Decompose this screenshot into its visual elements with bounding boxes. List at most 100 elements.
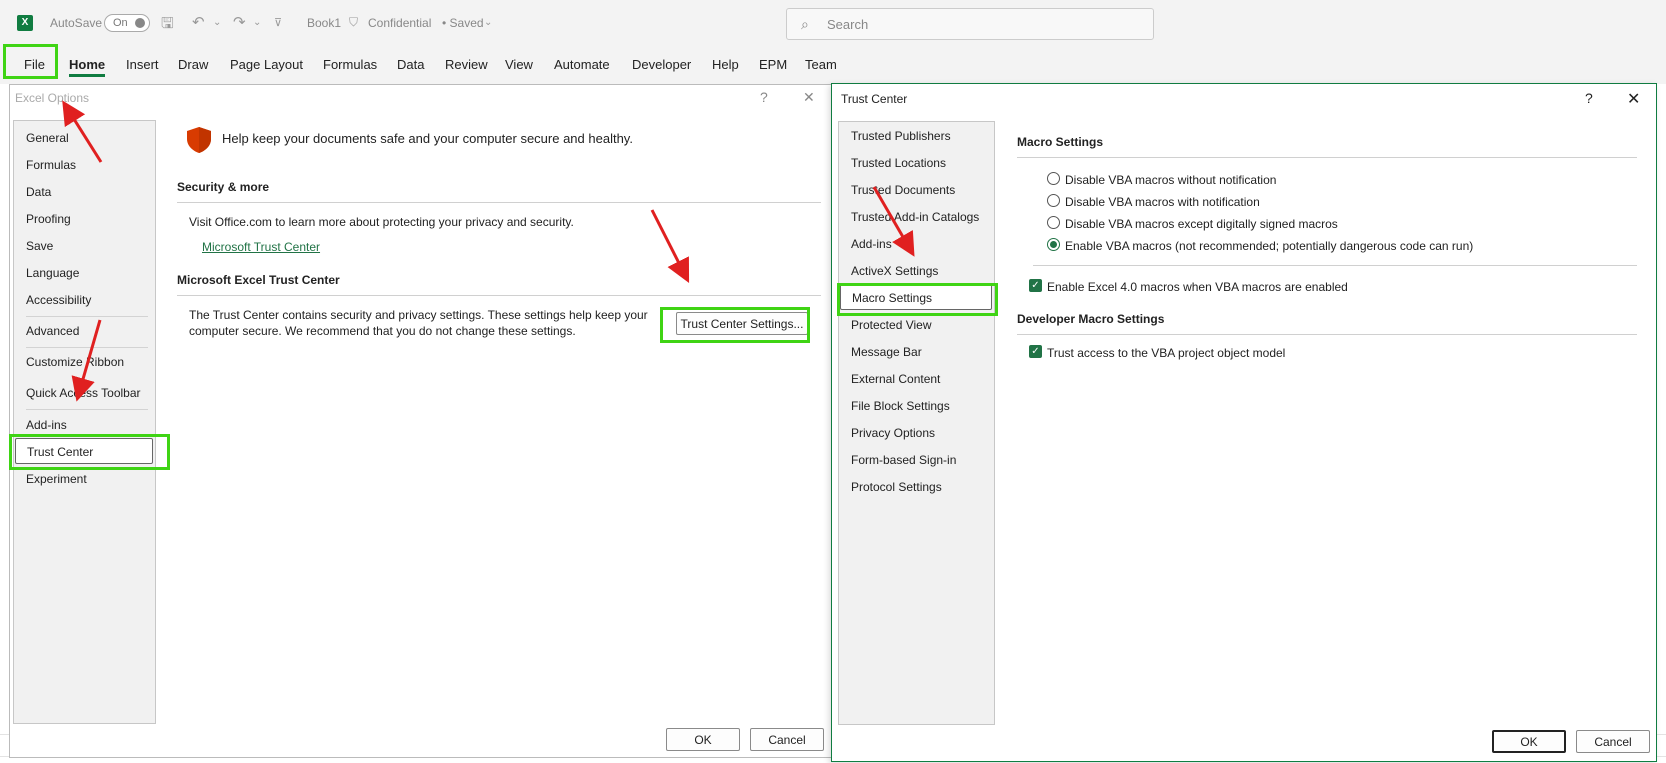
cancel-button[interactable]: Cancel <box>750 728 824 751</box>
help-icon[interactable]: ? <box>760 89 768 105</box>
customize-toolbar-icon[interactable]: ⊽ <box>274 16 282 29</box>
divider <box>1017 334 1637 335</box>
tab-page-layout[interactable]: Page Layout <box>230 57 303 72</box>
search-icon: ⌕ <box>801 16 809 32</box>
macro-option-label[interactable]: Disable VBA macros with notification <box>1065 195 1260 209</box>
close-icon[interactable]: ✕ <box>803 89 815 106</box>
macro-settings-heading: Macro Settings <box>1017 135 1104 149</box>
nav-item-trusted-locations[interactable]: Trusted Locations <box>851 156 946 170</box>
nav-divider <box>26 347 148 348</box>
search-input[interactable] <box>827 15 1127 33</box>
security-heading: Security & more <box>177 180 270 194</box>
vba-access-label[interactable]: Trust access to the VBA project object m… <box>1047 346 1285 360</box>
nav-item-quick-access-toolbar[interactable]: Quick Access Toolbar <box>26 386 141 400</box>
tab-epm[interactable]: EPM <box>759 57 787 72</box>
macro-option-radio[interactable] <box>1047 216 1060 229</box>
banner-text: Help keep your documents safe and your c… <box>222 131 633 146</box>
autosave-state: On <box>113 17 128 29</box>
shield-icon <box>187 127 211 153</box>
tab-help[interactable]: Help <box>712 57 739 72</box>
divider <box>177 202 821 203</box>
macro-option-label[interactable]: Disable VBA macros except digitally sign… <box>1065 217 1338 231</box>
search-box[interactable]: ⌕ <box>786 8 1154 40</box>
tab-automate[interactable]: Automate <box>554 57 610 72</box>
nav-item-accessibility[interactable]: Accessibility <box>26 293 91 307</box>
autosave-label: AutoSave <box>50 16 103 30</box>
excel-options-dialog: Excel Options ? ✕ General Formulas Data … <box>9 84 834 758</box>
macro-option-radio[interactable] <box>1047 194 1060 207</box>
excel4-macros-label[interactable]: Enable Excel 4.0 macros when VBA macros … <box>1047 280 1348 294</box>
nav-item-privacy-options[interactable]: Privacy Options <box>851 426 935 440</box>
macro-option-radio[interactable] <box>1047 172 1060 185</box>
tab-home[interactable]: Home <box>69 57 106 77</box>
tab-team[interactable]: Team <box>805 57 837 72</box>
tab-data[interactable]: Data <box>397 57 424 72</box>
trust-center-dialog: Trust Center ? ✕ Trusted Publishers Trus… <box>831 83 1657 762</box>
excel4-macros-checkbox[interactable]: ✓ <box>1029 279 1042 292</box>
nav-item-language[interactable]: Language <box>26 266 79 280</box>
redo-icon[interactable]: ↷ <box>233 13 246 31</box>
nav-item-trust-center[interactable]: Trust Center <box>15 438 153 464</box>
nav-item-experiment[interactable]: Experiment <box>26 472 87 486</box>
nav-item-advanced[interactable]: Advanced <box>26 324 79 338</box>
tab-review[interactable]: Review <box>445 57 488 72</box>
book-name: Book1 <box>307 16 342 30</box>
nav-divider <box>26 316 148 317</box>
nav-item-label: Macro Settings <box>852 291 933 305</box>
nav-item-file-block-settings[interactable]: File Block Settings <box>851 399 950 413</box>
nav-item-protocol-settings[interactable]: Protocol Settings <box>851 480 942 494</box>
chevron-down-icon[interactable]: ⌄ <box>484 17 492 28</box>
nav-item-label: Trust Center <box>27 445 94 459</box>
options-nav: General Formulas Data Proofing Save Lang… <box>13 120 156 724</box>
nav-item-data[interactable]: Data <box>26 185 51 199</box>
tab-draw[interactable]: Draw <box>178 57 208 72</box>
ribbon-tabs: File Home Insert Draw Page Layout Formul… <box>0 46 1666 84</box>
nav-item-macro-settings[interactable]: Macro Settings <box>840 284 992 310</box>
nav-item-external-content[interactable]: External Content <box>851 372 940 386</box>
developer-macro-heading: Developer Macro Settings <box>1017 312 1165 326</box>
trust-center-nav: Trusted Publishers Trusted Locations Tru… <box>838 121 995 725</box>
divider <box>1017 157 1637 158</box>
tab-insert[interactable]: Insert <box>126 57 159 72</box>
nav-item-formulas[interactable]: Formulas <box>26 158 76 172</box>
sensitivity-shield-icon: ⛉ <box>349 15 359 29</box>
save-icon[interactable]: 🖫 <box>161 13 174 38</box>
nav-item-activex-settings[interactable]: ActiveX Settings <box>851 264 938 278</box>
undo-icon[interactable]: ↶ <box>192 13 205 31</box>
vba-access-checkbox[interactable]: ✓ <box>1029 345 1042 358</box>
undo-dropdown-icon[interactable]: ⌄ <box>213 17 221 28</box>
macro-option-label[interactable]: Disable VBA macros without notification <box>1065 173 1276 187</box>
nav-item-add-ins[interactable]: Add-ins <box>851 237 892 251</box>
nav-item-trusted-add-in-catalogs[interactable]: Trusted Add-in Catalogs <box>851 210 979 224</box>
help-icon[interactable]: ? <box>1585 90 1593 106</box>
dialog-title: Excel Options <box>15 91 90 105</box>
sensitivity-label[interactable]: Confidential <box>368 16 431 30</box>
nav-item-save[interactable]: Save <box>26 239 53 253</box>
trust-center-settings-button[interactable]: Trust Center Settings... <box>676 312 808 335</box>
nav-item-form-based-sign-in[interactable]: Form-based Sign-in <box>851 453 956 467</box>
divider <box>1033 265 1637 266</box>
macro-option-label[interactable]: Enable VBA macros (not recommended; pote… <box>1065 239 1473 253</box>
tab-view[interactable]: View <box>505 57 533 72</box>
dialog-title: Trust Center <box>841 92 908 106</box>
tab-developer[interactable]: Developer <box>632 57 691 72</box>
title-bar: X AutoSave On 🖫 ↶ ⌄ ↷ ⌄ ⊽ Book1 ⛉ Confid… <box>0 0 1666 46</box>
close-icon[interactable]: ✕ <box>1627 89 1640 109</box>
nav-item-trusted-publishers[interactable]: Trusted Publishers <box>851 129 951 143</box>
nav-item-customize-ribbon[interactable]: Customize Ribbon <box>26 355 124 369</box>
nav-item-add-ins[interactable]: Add-ins <box>26 418 67 432</box>
nav-item-trusted-documents[interactable]: Trusted Documents <box>851 183 955 197</box>
cancel-button[interactable]: Cancel <box>1576 730 1650 753</box>
nav-item-protected-view[interactable]: Protected View <box>851 318 932 332</box>
nav-item-general[interactable]: General <box>26 131 69 145</box>
microsoft-trust-center-link[interactable]: Microsoft Trust Center <box>202 240 320 254</box>
nav-item-proofing[interactable]: Proofing <box>26 212 71 226</box>
autosave-toggle[interactable]: On <box>104 14 150 32</box>
macro-option-radio-selected[interactable] <box>1047 238 1060 251</box>
tab-file[interactable]: File <box>24 57 45 72</box>
redo-dropdown-icon[interactable]: ⌄ <box>253 17 261 28</box>
nav-item-message-bar[interactable]: Message Bar <box>851 345 922 359</box>
ok-button[interactable]: OK <box>666 728 740 751</box>
tab-formulas[interactable]: Formulas <box>323 57 377 72</box>
ok-button[interactable]: OK <box>1492 730 1566 753</box>
